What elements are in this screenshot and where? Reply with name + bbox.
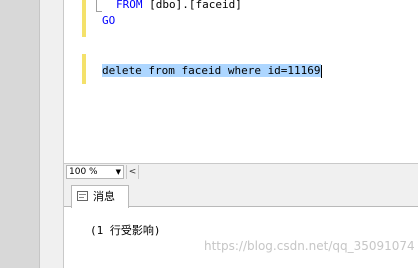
code-line-from[interactable]: FROM [dbo].[faceid] [116, 0, 242, 12]
zoom-bar: 100 % ▼ < [64, 163, 418, 180]
code-text: [dbo].[faceid] [142, 0, 242, 11]
watermark-text: https://blog.csdn.net/qq_35091074 [204, 239, 415, 253]
messages-icon [77, 191, 88, 201]
text-caret [320, 64, 322, 78]
zoom-dropdown[interactable]: 100 % ▼ [66, 165, 124, 179]
code-line-go[interactable]: GO [102, 14, 115, 28]
change-indicator-bar [82, 0, 86, 37]
tab-messages-label: 消息 [93, 190, 115, 203]
outline-bracket [96, 0, 102, 12]
scroll-left-button[interactable]: < [126, 165, 139, 179]
selected-statement: delete from faceid where id=11169 [102, 64, 321, 77]
editor-margin [64, 0, 82, 163]
tab-messages[interactable]: 消息 [71, 185, 129, 208]
left-dock-strip [0, 0, 40, 268]
zoom-value: 100 % [69, 167, 98, 177]
keyword-go: GO [102, 14, 116, 27]
editor-gutter [40, 0, 64, 268]
query-editor[interactable]: FROM [dbo].[faceid] GO delete from facei… [64, 0, 418, 163]
code-line-delete[interactable]: delete from faceid where id=11169 [102, 64, 322, 78]
results-pane: 消息 (1 行受影响) [64, 180, 418, 268]
change-indicator-bar [82, 54, 86, 84]
results-tabstrip: 消息 [64, 180, 418, 208]
result-message: (1 行受影响) [90, 224, 161, 237]
keyword-from: FROM [116, 0, 143, 11]
chevron-down-icon[interactable]: ▼ [116, 166, 121, 178]
